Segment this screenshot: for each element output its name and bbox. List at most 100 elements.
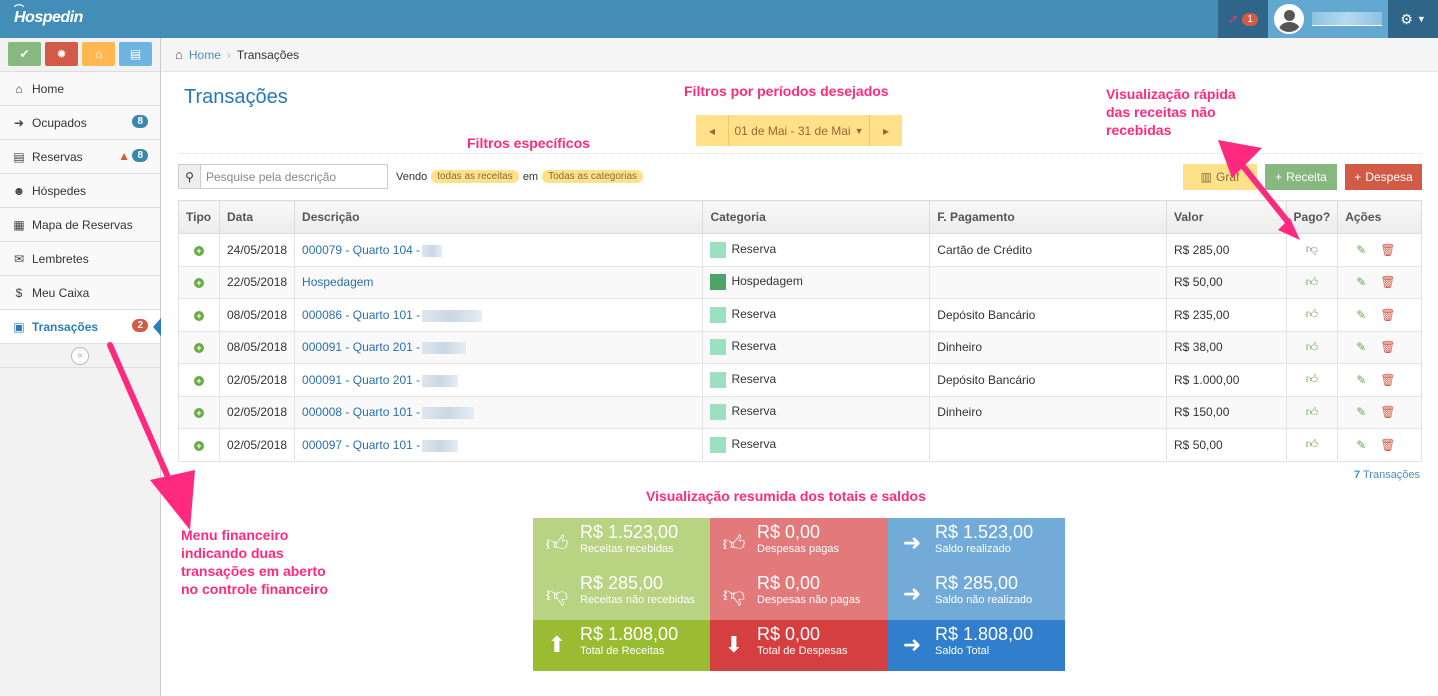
summary-value: R$ 1.523,00 [580, 522, 679, 542]
user-name-blurred [1312, 12, 1382, 26]
thumbs-down-icon: 👎︎ [722, 582, 746, 607]
thumbs-down-icon[interactable]: 👎︎ [1306, 242, 1318, 256]
summary-label: Despesas não pagas [757, 594, 861, 606]
cell-pagamento: Dinheiro [929, 330, 1168, 364]
double-chevron-left-icon: « [77, 350, 83, 361]
table-header-row: Tipo Data Descrição Categoria F. Pagamen… [178, 200, 1422, 234]
sidebar-collapse-button[interactable]: « [71, 346, 89, 365]
thumbs-up-icon[interactable]: 👍︎ [1306, 307, 1319, 321]
col-header-pagamento[interactable]: F. Pagamento [929, 200, 1168, 234]
shortcut-check-button[interactable]: ✔ [8, 42, 41, 66]
filter-type-pill[interactable]: todas as receitas [431, 170, 519, 183]
annotation-menu-line: transações em aberto [181, 563, 326, 579]
pencil-icon[interactable]: ✎ [1356, 373, 1366, 387]
pencil-icon[interactable]: ✎ [1356, 308, 1366, 322]
sidebar-item-lembretes[interactable]: ✉ Lembretes [0, 242, 160, 276]
shortcut-book-button[interactable]: ▤ [119, 42, 152, 66]
trash-icon[interactable]: 🗑︎ [1380, 340, 1395, 354]
cell-categoria: Hospedagem [702, 265, 931, 299]
sidebar-item-meu-caixa[interactable]: $ Meu Caixa [0, 276, 160, 310]
blurred-guest-name [422, 407, 475, 420]
description-link[interactable]: 000097 - Quarto 101 - [302, 438, 420, 452]
date-range-label: 01 de Mai - 31 de Mai [734, 123, 851, 138]
cell-valor: R$ 1.000,00 [1166, 363, 1287, 397]
filter-category-pill[interactable]: Todas as categorias [542, 170, 644, 183]
thumbs-up-icon[interactable]: 👍︎ [1306, 275, 1319, 289]
annotation-especificos: Filtros específicos [467, 135, 590, 151]
settings-button[interactable]: ⚙ ▼ [1388, 0, 1438, 38]
sidebar-item-ocupados[interactable]: ➜ Ocupados 8 [0, 106, 160, 140]
breadcrumb: ⌂ Home › Transações [161, 38, 1438, 72]
date-range-dropdown[interactable]: 01 de Mai - 31 de Mai ▼ [728, 115, 870, 146]
description-link[interactable]: 000086 - Quarto 101 - [302, 308, 420, 322]
shortcut-sun-button[interactable]: ✹ [45, 42, 78, 66]
next-period-button[interactable]: ▸ [870, 115, 902, 146]
cell-pago: 👍︎ [1285, 363, 1339, 397]
transactions-count[interactable]: 7 Transações [1354, 469, 1420, 481]
trash-icon[interactable]: 🗑︎ [1380, 373, 1395, 387]
annotation-periodos: Filtros por períodos desejados [684, 83, 889, 99]
user-menu[interactable] [1268, 0, 1388, 38]
notifications-button[interactable]: ➚ 1 [1218, 0, 1268, 38]
annotation-menu-line: indicando duas [181, 545, 284, 561]
prev-period-button[interactable]: ◂ [696, 115, 728, 146]
pencil-icon[interactable]: ✎ [1356, 275, 1366, 289]
table-row[interactable]: +02/05/2018 000097 - Quarto 101 - Reserva R… [178, 428, 1422, 462]
sidebar-item-home[interactable]: ⌂ Home [0, 72, 160, 106]
table-row[interactable]: +08/05/2018 000086 - Quarto 101 - Reserva D… [178, 298, 1422, 332]
table-row[interactable]: +02/05/2018 000091 - Quarto 201 - Reserva D… [178, 363, 1422, 397]
thumbs-up-icon[interactable]: 👍︎ [1306, 405, 1319, 419]
trash-icon[interactable]: 🗑︎ [1380, 275, 1395, 289]
sidebar-item-label: Ocupados [32, 115, 87, 130]
sidebar-item-hospedes[interactable]: ☻ Hóspedes [0, 174, 160, 208]
col-header-tipo[interactable]: Tipo [178, 200, 220, 234]
description-link[interactable]: 000091 - Quarto 201 - [302, 373, 420, 387]
description-link[interactable]: 000091 - Quarto 201 - [302, 340, 420, 354]
summary-label: Total de Despesas [757, 645, 848, 657]
col-header-descricao[interactable]: Descrição [294, 200, 704, 234]
add-receita-button[interactable]: + Receita [1265, 164, 1337, 190]
description-link[interactable]: 000008 - Quarto 101 - [302, 405, 420, 419]
summary-value: R$ 0,00 [757, 624, 821, 644]
plus-circle-icon: + [193, 245, 204, 256]
col-header-data[interactable]: Data [218, 200, 296, 234]
chart-button[interactable]: ▥ Gráf [1183, 164, 1257, 190]
sidebar-item-reservas[interactable]: ▤ Reservas ▲ 8 [0, 140, 160, 174]
description-link[interactable]: Hospedagem [302, 275, 373, 289]
thumbs-up-icon[interactable]: 👍︎ [1306, 372, 1319, 386]
table-row[interactable]: +24/05/2018 000079 - Quarto 104 - Reserva C… [178, 233, 1422, 267]
search-input[interactable] [201, 165, 387, 188]
arrow-right-icon: ➜ [902, 530, 922, 555]
cell-categoria: Reserva [702, 395, 931, 429]
add-despesa-button[interactable]: + Despesa [1345, 164, 1422, 190]
trash-icon[interactable]: 🗑︎ [1380, 308, 1395, 322]
thumbs-up-icon[interactable]: 👍︎ [1306, 437, 1319, 451]
summary-value: R$ 0,00 [757, 522, 821, 542]
cell-data: 02/05/2018 [218, 428, 296, 462]
shortcut-inbox-button[interactable]: ⌂ [82, 42, 115, 66]
trash-icon[interactable]: 🗑︎ [1380, 438, 1395, 452]
app-logo[interactable]: ⌒ Hospedin [14, 5, 83, 27]
pencil-icon[interactable]: ✎ [1356, 340, 1366, 354]
pencil-icon[interactable]: ✎ [1356, 243, 1366, 257]
col-header-valor[interactable]: Valor [1166, 200, 1287, 234]
thumbs-up-icon[interactable]: 👍︎ [1306, 340, 1319, 354]
category-color-swatch [710, 306, 727, 323]
summary-despesas-nao-pagas: 👎︎ R$ 0,00 Despesas não pagas [710, 569, 888, 620]
cell-data: 24/05/2018 [218, 233, 296, 267]
sidebar-item-transacoes[interactable]: ▣ Transações 2 [0, 310, 161, 344]
description-link[interactable]: 000079 - Quarto 104 - [302, 243, 420, 257]
cell-categoria: Reserva [702, 298, 931, 332]
breadcrumb-home-link[interactable]: Home [189, 48, 221, 62]
table-row[interactable]: +02/05/2018 000008 - Quarto 101 - Reserva D… [178, 395, 1422, 429]
bar-chart-icon: ▥ [1200, 170, 1212, 184]
col-header-categoria[interactable]: Categoria [702, 200, 931, 234]
table-row[interactable]: +22/05/2018 Hospedagem Hospedagem R$ 50,00 👍… [178, 265, 1422, 299]
pencil-icon[interactable]: ✎ [1356, 405, 1366, 419]
trash-icon[interactable]: 🗑︎ [1380, 405, 1395, 419]
table-row[interactable]: +08/05/2018 000091 - Quarto 201 - Reserva D… [178, 330, 1422, 364]
pencil-icon[interactable]: ✎ [1356, 438, 1366, 452]
sidebar-item-mapa-de-reservas[interactable]: ▦ Mapa de Reservas [0, 208, 160, 242]
col-header-pago[interactable]: Pago? [1285, 200, 1339, 234]
trash-icon[interactable]: 🗑︎ [1380, 243, 1395, 257]
